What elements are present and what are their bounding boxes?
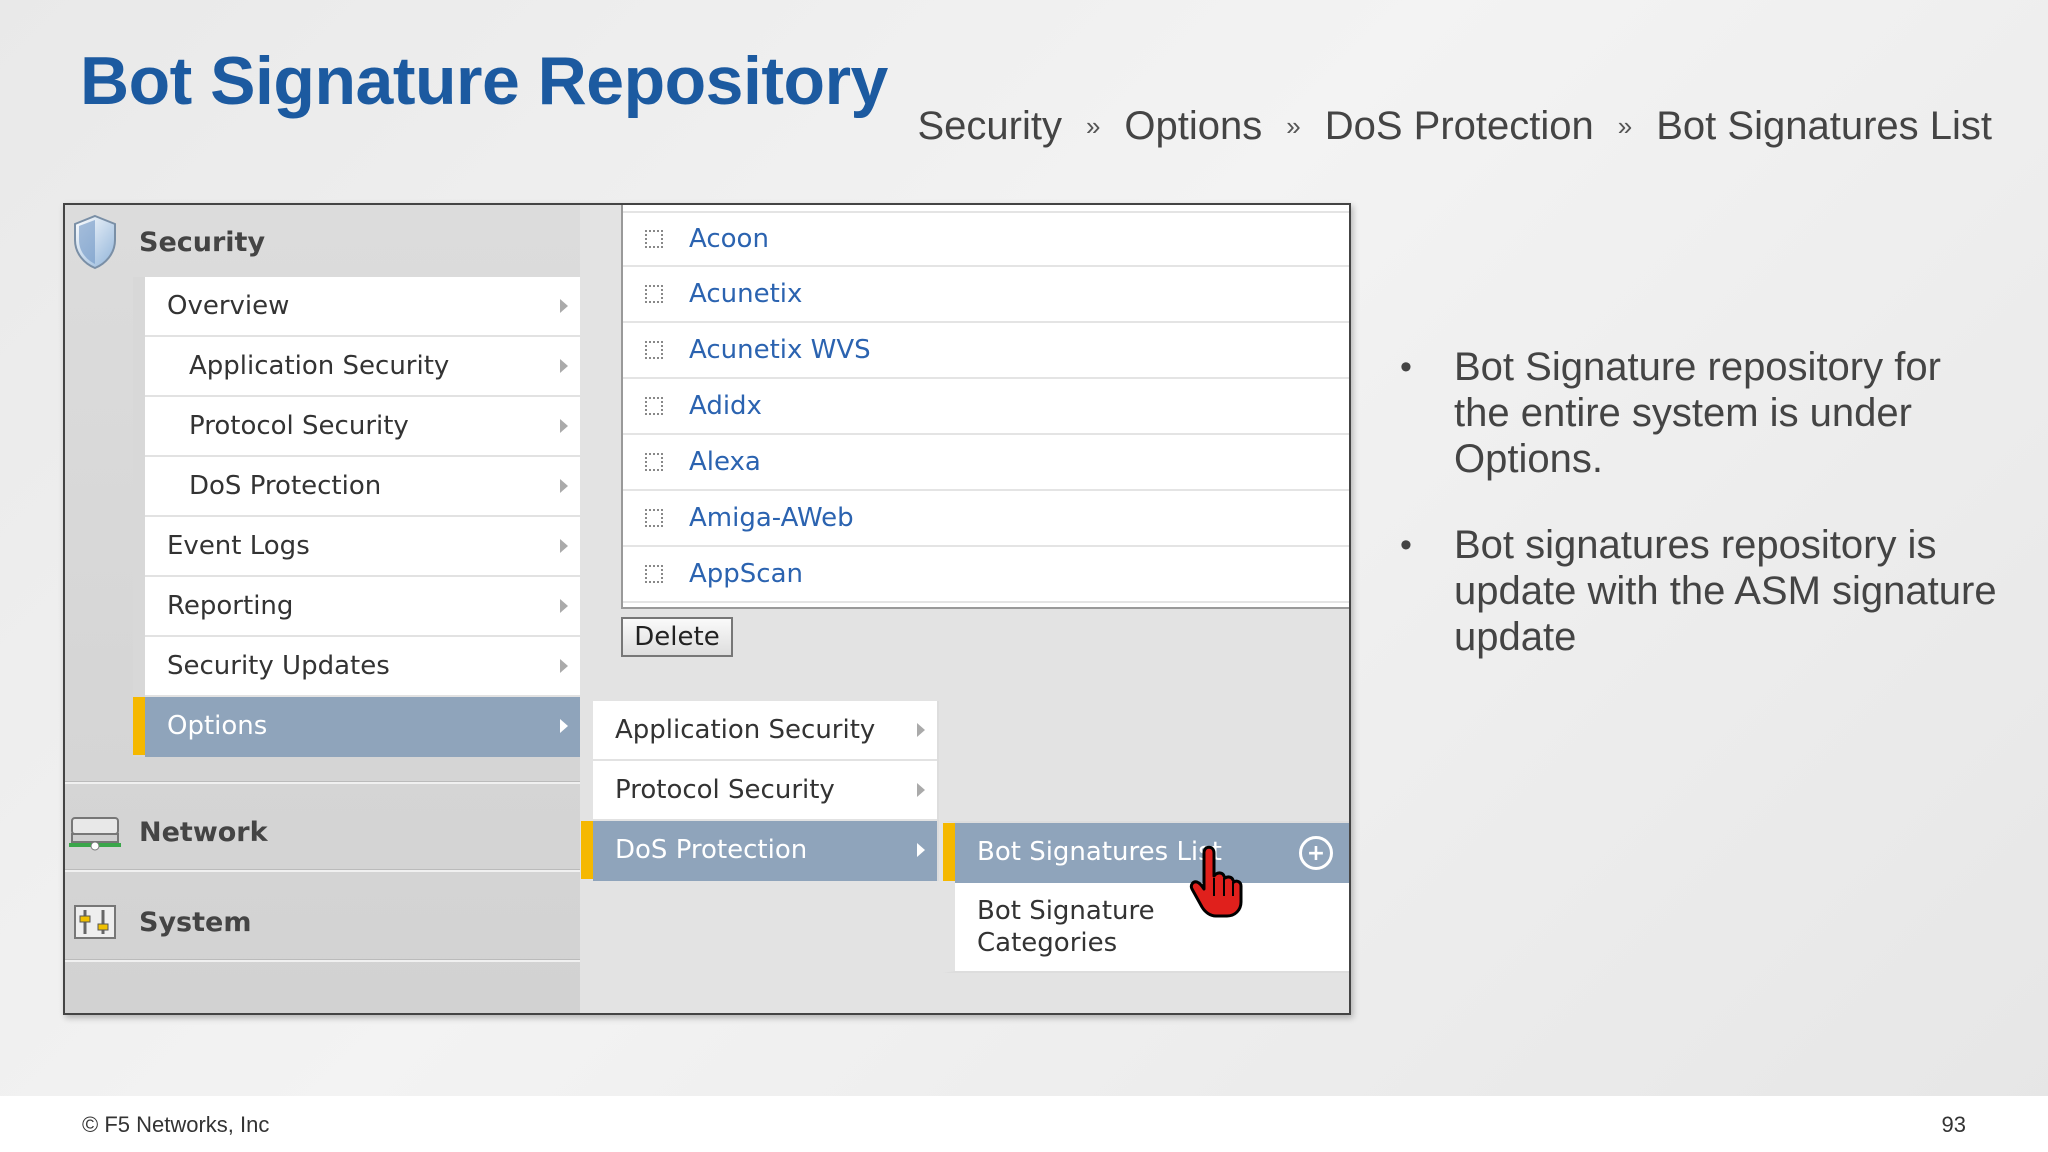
slide-title: Bot Signature Repository [80,43,888,119]
submenu-item-protocol-security[interactable]: Protocol Security [593,761,937,821]
breadcrumb-separator: » [1085,111,1101,141]
copyright: © F5 Networks, Inc [82,1112,270,1137]
submenu-item-application-security[interactable]: Application Security [593,701,937,761]
chevron-right-icon [917,783,925,797]
security-menu: Overview Application Security Protocol S… [133,277,580,757]
nav-network-header[interactable]: Network [65,795,580,869]
row-checkbox[interactable] [645,285,663,303]
row-checkbox[interactable] [645,565,663,583]
chevron-right-icon [560,359,568,373]
breadcrumb-bot-signatures-list: Bot Signatures List [1656,104,1992,148]
breadcrumb-separator: » [1617,111,1633,141]
main-nav: Security Overview Application Security P… [65,205,580,1013]
menu-item-reporting[interactable]: Reporting [145,577,580,637]
network-device-icon [65,802,125,862]
options-submenu: Application Security Protocol Security D… [581,701,939,881]
bullet-glyph: • [1400,348,1412,386]
breadcrumb-security: Security [917,104,1062,148]
footer-bar [0,1096,2048,1152]
list-item[interactable]: Amiga-AWeb [623,491,1349,547]
system-sliders-icon [65,892,125,952]
nav-security-label: Security [139,226,266,258]
list-item[interactable]: Acunetix [623,267,1349,323]
row-checkbox[interactable] [645,230,663,248]
menu-item-protocol-security[interactable]: Protocol Security [145,397,580,457]
breadcrumb: Security » Options » DoS Protection » Bo… [917,104,1992,149]
bullet-text: Bot signatures repository is update with… [1454,523,1997,659]
chevron-right-icon [560,659,568,673]
chevron-right-icon [917,843,925,857]
bullet-item: • Bot signatures repository is update wi… [1400,522,2000,660]
menu-item-options[interactable]: Options [133,697,580,757]
chevron-right-icon [560,419,568,433]
chevron-right-icon [560,599,568,613]
hand-pointer-cursor-icon [1189,845,1243,918]
menu-item-security-updates[interactable]: Security Updates [145,637,580,697]
list-item[interactable]: Acoon [623,211,1349,267]
row-checkbox[interactable] [645,341,663,359]
bullet-item: • Bot Signature repository for the entir… [1400,344,2000,482]
nav-system-header[interactable]: System [65,885,580,959]
submenu-item-dos-protection[interactable]: DoS Protection [581,821,937,881]
bullet-glyph: • [1400,526,1412,564]
row-checkbox[interactable] [645,453,663,471]
bullet-list: • Bot Signature repository for the entir… [1400,344,2000,700]
add-circle-icon[interactable]: + [1299,836,1333,870]
menu-item-application-security[interactable]: Application Security [145,337,580,397]
chevron-right-icon [560,479,568,493]
list-item[interactable]: AppScan [623,547,1349,603]
list-item[interactable]: Adidx [623,379,1349,435]
delete-button[interactable]: Delete [621,617,733,657]
nav-divider [65,869,580,872]
bot-signature-list: Acoon Acunetix Acunetix WVS Adidx Alexa … [621,205,1349,609]
breadcrumb-dos-protection: DoS Protection [1324,104,1594,148]
nav-divider [65,959,580,962]
screenshot-panel: Security Overview Application Security P… [63,203,1351,1015]
submenu-item-bot-signature-categories[interactable]: Bot Signature Categories [955,883,1349,971]
shield-icon [65,212,125,272]
menu-item-dos-protection[interactable]: DoS Protection [145,457,580,517]
nav-security-header[interactable]: Security [65,205,580,279]
nav-network-label: Network [139,816,268,848]
dos-protection-submenu: Bot Signatures List + Bot Signature Cate… [943,821,1349,973]
bullet-text: Bot Signature repository for the entire … [1454,345,1941,481]
chevron-right-icon [560,539,568,553]
menu-item-event-logs[interactable]: Event Logs [145,517,580,577]
page-number: 93 [1941,1112,1966,1137]
nav-divider [65,781,580,784]
breadcrumb-options: Options [1124,104,1263,148]
row-checkbox[interactable] [645,397,663,415]
breadcrumb-separator: » [1286,111,1301,141]
chevron-right-icon [560,299,568,313]
chevron-right-icon [560,719,568,733]
submenu-item-bot-signatures-list[interactable]: Bot Signatures List + [943,823,1349,883]
menu-item-overview[interactable]: Overview [145,277,580,337]
list-item[interactable]: Alexa [623,435,1349,491]
nav-system-label: System [139,906,252,938]
list-item[interactable]: Acunetix WVS [623,323,1349,379]
chevron-right-icon [917,723,925,737]
row-checkbox[interactable] [645,509,663,527]
